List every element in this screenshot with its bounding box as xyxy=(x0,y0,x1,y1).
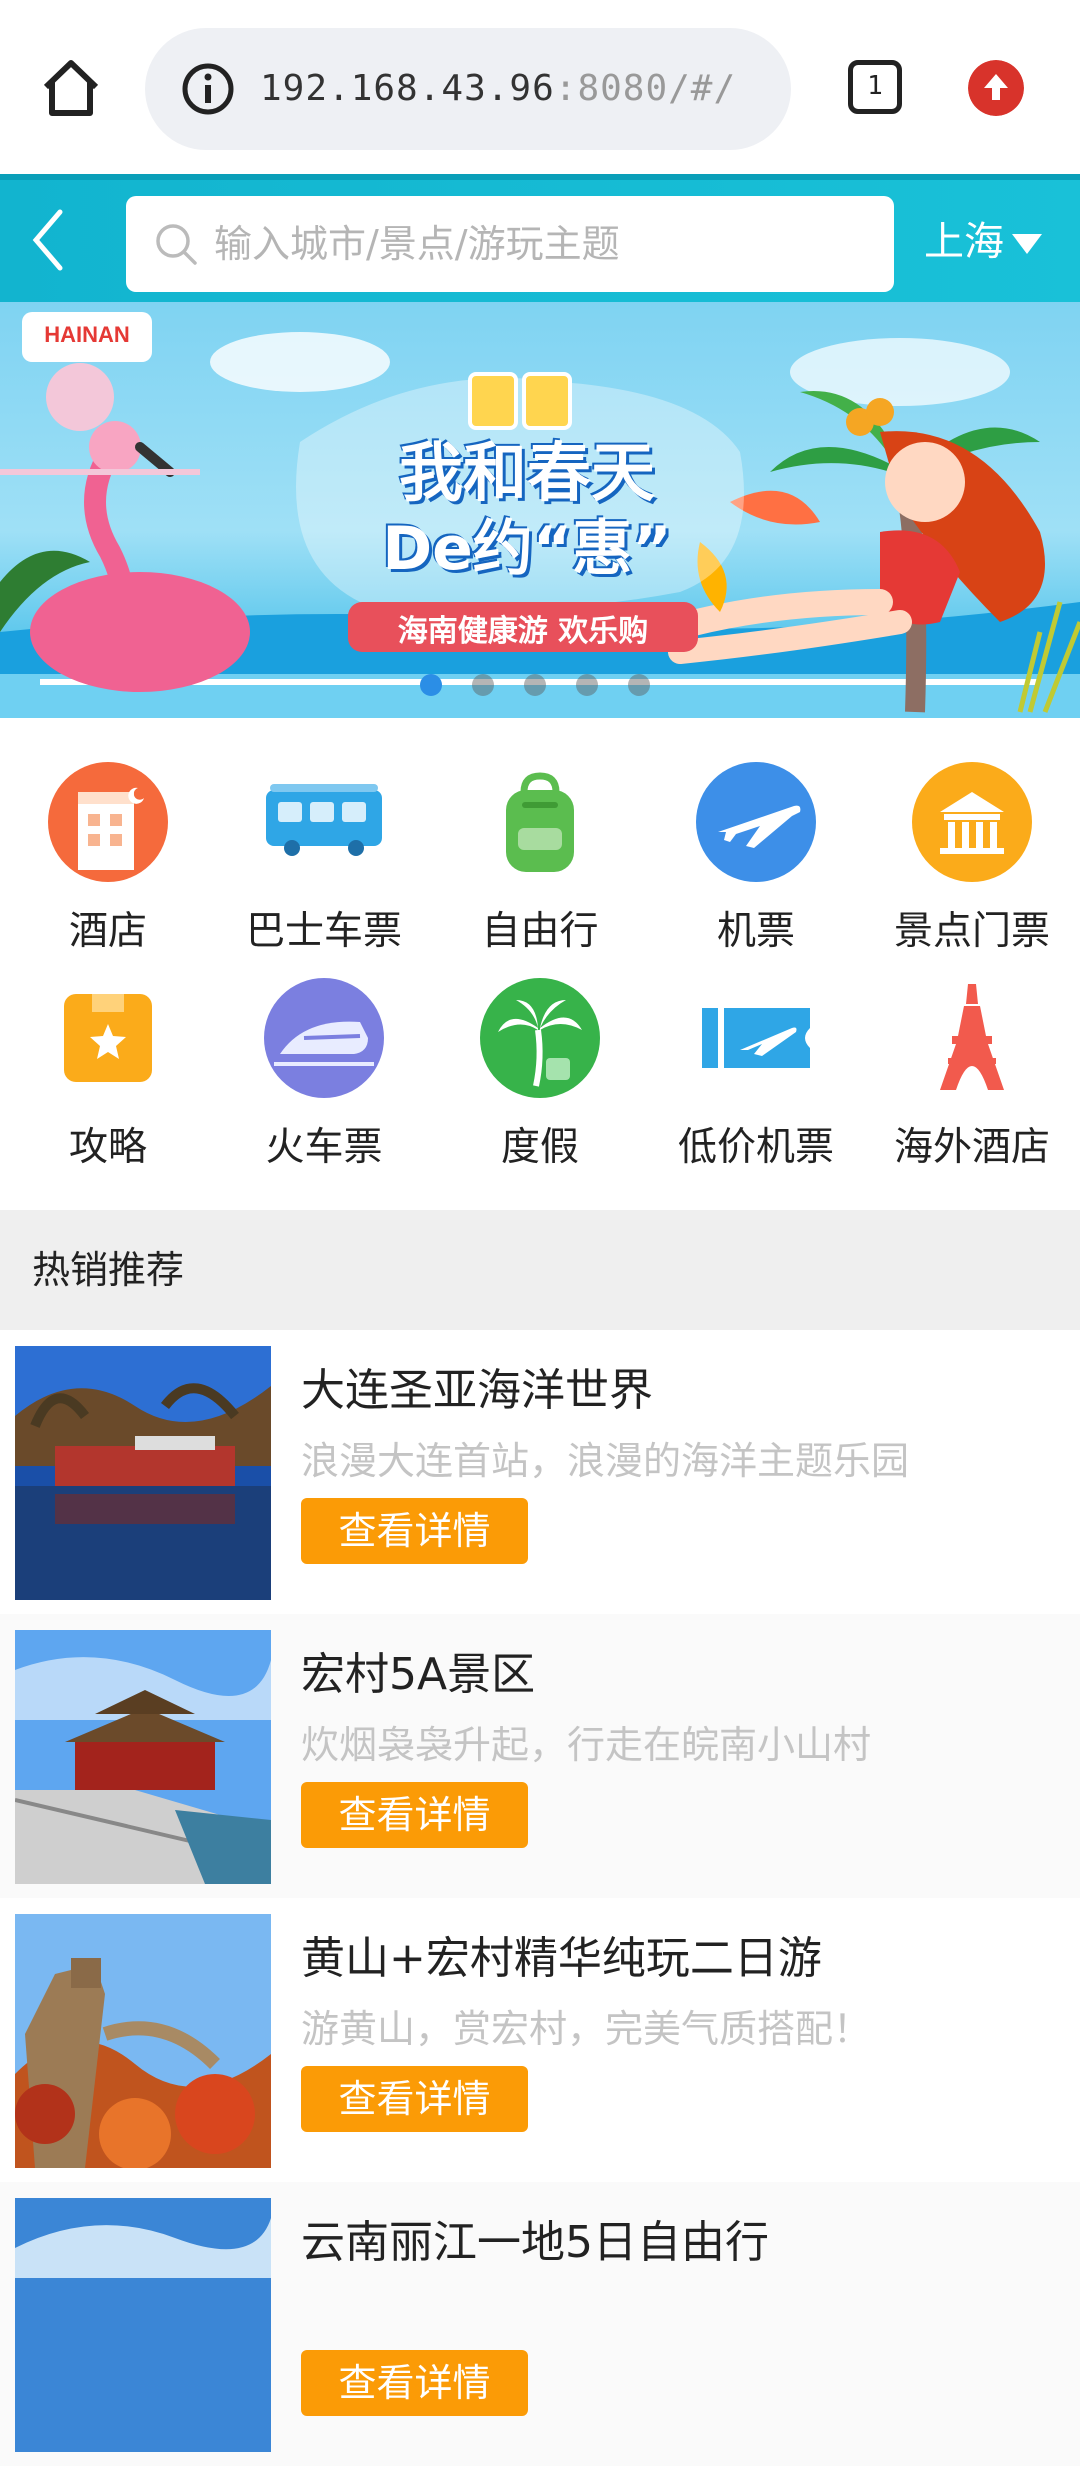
banner-badge: HAINAN xyxy=(44,322,130,347)
caret-down-icon xyxy=(1012,234,1042,254)
product-title: 大连圣亚海洋世界 xyxy=(301,1365,653,1416)
category-label: 海外酒店 xyxy=(893,1125,1050,1170)
city-selector[interactable]: 上海 xyxy=(924,202,1042,282)
backpack-icon xyxy=(506,772,574,872)
category-flight[interactable]: 机票 xyxy=(648,718,864,954)
back-icon[interactable] xyxy=(20,200,80,280)
tabs-button[interactable]: 1 xyxy=(848,60,902,114)
search-icon xyxy=(156,224,197,265)
banner-headline-line2: De约“惠” xyxy=(382,514,672,584)
search-box[interactable] xyxy=(126,196,894,292)
category-hotel[interactable]: 酒店 xyxy=(0,718,216,954)
category-label: 攻略 xyxy=(68,1125,147,1170)
category-attraction-tickets[interactable]: 景点门票 xyxy=(864,718,1080,954)
train-icon xyxy=(264,978,384,1098)
carousel-dot[interactable] xyxy=(420,674,442,696)
list-item[interactable]: 大连圣亚海洋世界 浪漫大连首站，浪漫的海洋主题乐园 查看详情 xyxy=(0,1330,1080,1614)
category-free-travel[interactable]: 自由行 xyxy=(432,718,648,954)
category-cheap-flights[interactable]: 低价机票 xyxy=(648,934,864,1170)
product-description: 浪漫大连首站，浪漫的海洋主题乐园 xyxy=(301,1439,910,1483)
view-details-button[interactable]: 查看详情 xyxy=(301,2066,528,2132)
product-description: 炊烟袅袅升起，行走在皖南小山村 xyxy=(301,1723,872,1767)
view-details-button[interactable]: 查看详情 xyxy=(301,2350,528,2416)
product-title: 云南丽江一地5日自由行 xyxy=(301,2217,769,2268)
great-wall-photo xyxy=(15,1914,271,2168)
ticket-icon xyxy=(702,1008,810,1068)
scenic-icon xyxy=(912,762,1032,882)
url-host: 192.168.43.96 xyxy=(260,68,555,109)
hotel-icon xyxy=(48,762,168,882)
forbidden-city-photo xyxy=(15,1630,271,1884)
category-label: 低价机票 xyxy=(677,1125,834,1170)
carousel-dot[interactable] xyxy=(524,674,546,696)
category-label: 火车票 xyxy=(265,1125,383,1170)
view-details-button[interactable]: 查看详情 xyxy=(301,1782,528,1848)
category-bus[interactable]: 巴士车票 xyxy=(216,718,432,954)
sky-photo xyxy=(15,2198,271,2452)
promo-banner[interactable]: HAINAN 我和春天 De约“惠” 海南健康游 欢乐购 xyxy=(0,302,1080,718)
browser-bar: 192.168.43.96:8080/#/ 1 xyxy=(0,0,1080,174)
home-icon[interactable] xyxy=(38,55,104,121)
list-item[interactable]: 黄山+宏村精华纯玩二日游 游黄山，赏宏村，完美气质搭配！ 查看详情 xyxy=(0,1898,1080,2182)
update-icon[interactable] xyxy=(968,60,1024,116)
palace-lake-photo xyxy=(15,1346,271,1600)
url-text: 192.168.43.96:8080/#/ xyxy=(260,62,736,116)
view-details-button[interactable]: 查看详情 xyxy=(301,1498,528,1564)
address-bar[interactable]: 192.168.43.96:8080/#/ xyxy=(145,28,791,150)
app-header: 上海 xyxy=(0,174,1080,302)
category-guide[interactable]: 攻略 xyxy=(0,934,216,1170)
guide-icon xyxy=(64,994,152,1082)
carousel-dot[interactable] xyxy=(628,674,650,696)
category-overseas-hotel[interactable]: 海外酒店 xyxy=(864,934,1080,1170)
product-description: 游黄山，赏宏村，完美气质搭配！ xyxy=(301,2007,872,2051)
product-title: 宏村5A景区 xyxy=(301,1649,536,1700)
eiffel-tower-icon xyxy=(940,984,1004,1090)
category-vacation[interactable]: 度假 xyxy=(432,934,648,1170)
carousel-dot[interactable] xyxy=(576,674,598,696)
palm-tree-icon xyxy=(480,978,600,1098)
category-grid: 酒店 巴士车票 自由行 机票 景点门票 攻略 火车票 度假 低价机票 海外酒店 xyxy=(0,718,1080,1210)
bus-icon xyxy=(266,784,382,856)
section-title: 热销推荐 xyxy=(32,1248,185,1292)
city-label: 上海 xyxy=(924,219,1004,265)
carousel-dots xyxy=(420,674,650,696)
banner-tagline: 海南健康游 欢乐购 xyxy=(397,614,649,649)
list-item[interactable]: 宏村5A景区 炊烟袅袅升起，行走在皖南小山村 查看详情 xyxy=(0,1614,1080,1898)
url-path: :8080/#/ xyxy=(554,68,737,109)
category-train[interactable]: 火车票 xyxy=(216,934,432,1170)
airplane-icon xyxy=(696,762,816,882)
carousel-dot[interactable] xyxy=(472,674,494,696)
list-item[interactable]: 云南丽江一地5日自由行 查看详情 xyxy=(0,2182,1080,2466)
info-icon[interactable] xyxy=(181,62,235,116)
section-header: 热销推荐 xyxy=(0,1210,1080,1330)
search-input[interactable] xyxy=(214,196,874,292)
category-label: 度假 xyxy=(500,1125,579,1170)
product-title: 黄山+宏村精华纯玩二日游 xyxy=(301,1933,822,1984)
